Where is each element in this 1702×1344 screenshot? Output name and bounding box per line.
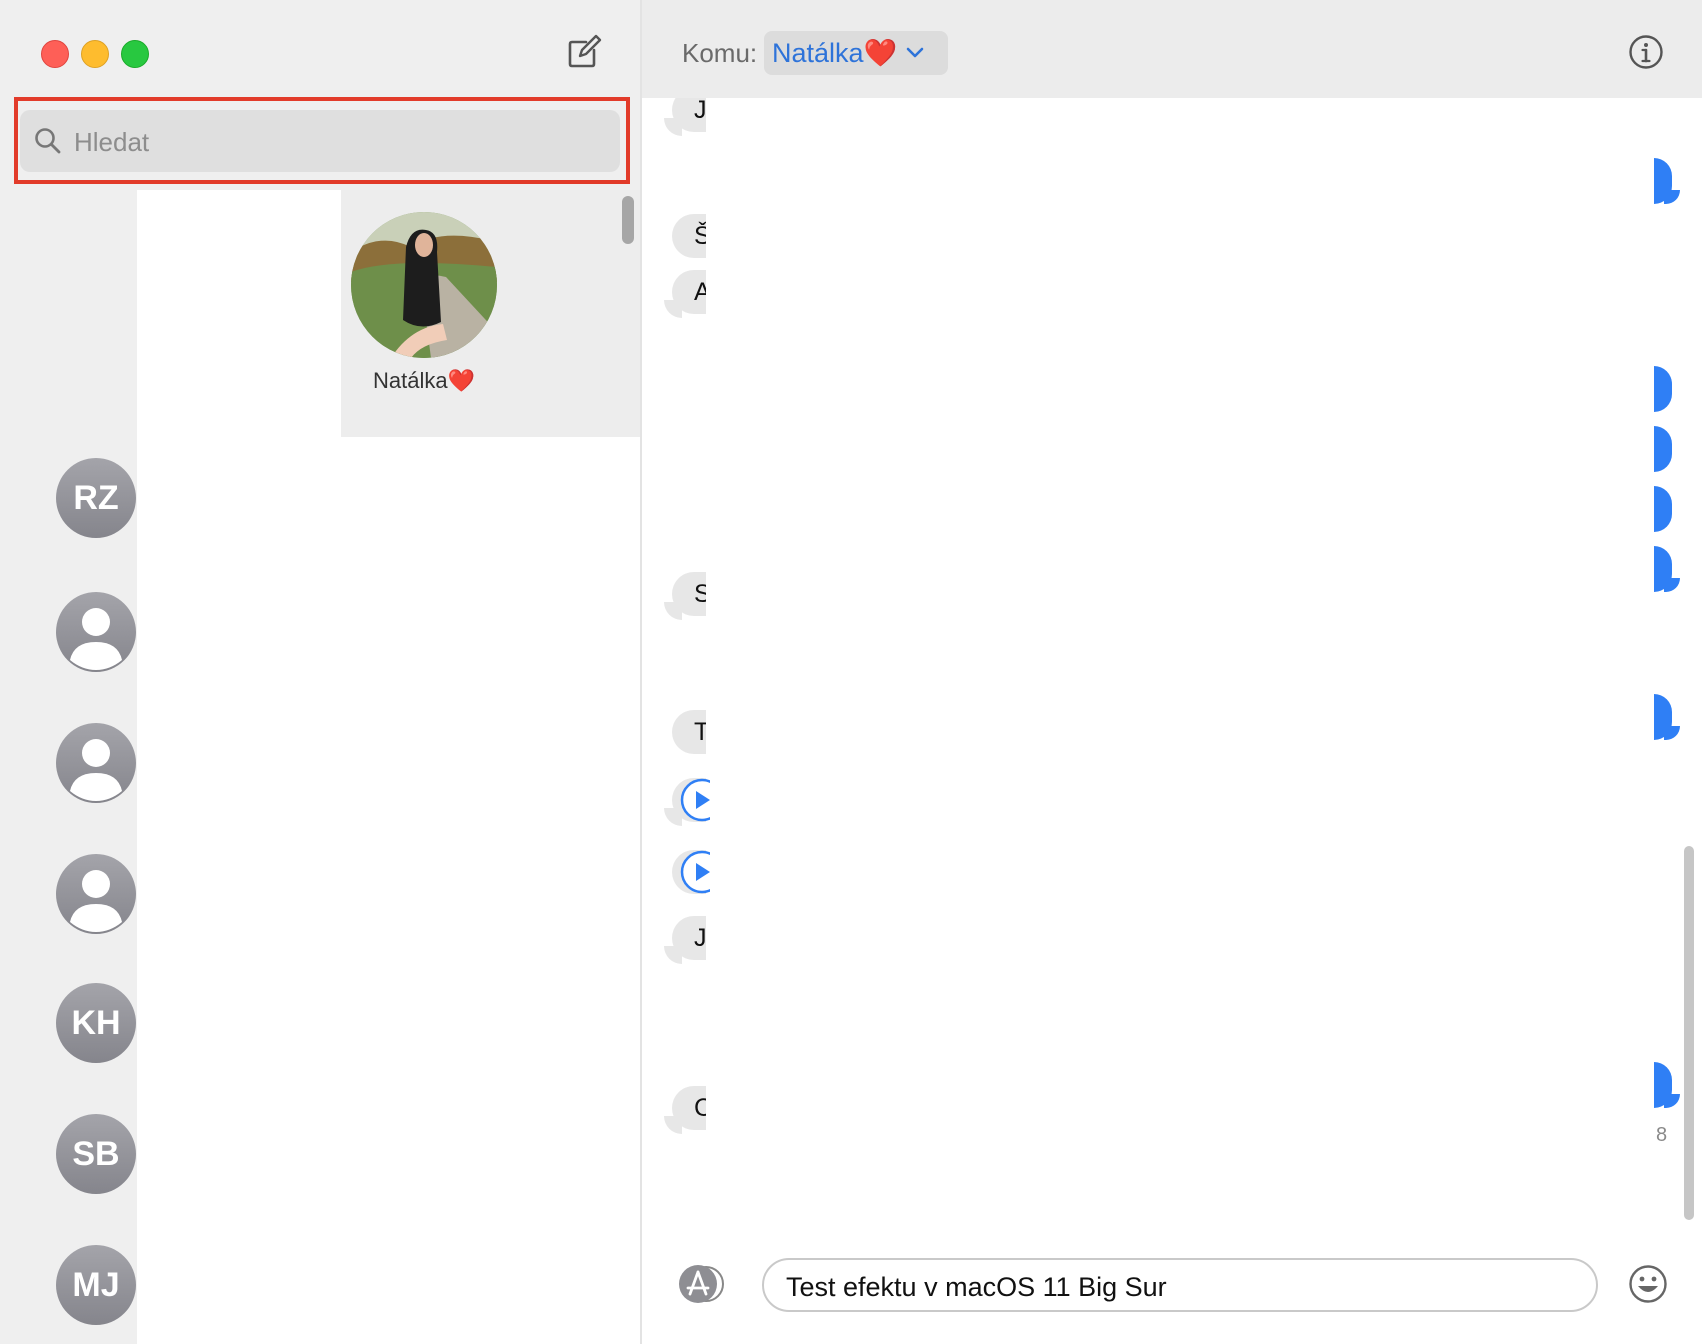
person-icon: [70, 870, 122, 932]
sidebar-scrollbar[interactable]: [622, 196, 634, 244]
play-icon[interactable]: [680, 850, 710, 894]
minimize-window-button[interactable]: [81, 40, 109, 68]
bubble-tail: [1664, 578, 1680, 592]
bubble-tail: [1664, 190, 1680, 204]
zoom-window-button[interactable]: [121, 40, 149, 68]
message-text-fragment: J: [694, 924, 706, 952]
avatar-unknown-3[interactable]: [56, 854, 136, 934]
pinned-avatar: [351, 212, 497, 358]
emoji-icon: [1629, 1265, 1667, 1303]
search-field[interactable]: [20, 110, 620, 172]
avatar-kh[interactable]: KH: [56, 983, 136, 1063]
avatar-initials: KH: [71, 1004, 121, 1042]
messages-window: Natálka❤️ RZ KH SB: [0, 0, 1702, 1344]
timestamp-fragment: 8: [1656, 1124, 1668, 1146]
incoming-message[interactable]: T: [672, 710, 706, 754]
compose-button[interactable]: [566, 34, 602, 70]
transcript-scrollbar[interactable]: [1684, 846, 1694, 1220]
bubble-tail: [664, 118, 682, 136]
emoji-button[interactable]: [1628, 1264, 1668, 1309]
pinned-name: Natálka❤️: [373, 368, 475, 393]
bubble-tail: [664, 1116, 682, 1134]
conversation-header: Komu: Natálka❤️: [642, 0, 1702, 98]
avatar-rz[interactable]: RZ: [56, 458, 136, 538]
chevron-down-icon: [906, 47, 924, 58]
bubble-tail: [664, 808, 682, 826]
bubble-tail: [664, 602, 682, 620]
play-icon[interactable]: [680, 778, 710, 822]
message-field[interactable]: [762, 1258, 1598, 1312]
avatar-initials: SB: [72, 1135, 120, 1173]
message-transcript[interactable]: J Š A S T J C 8: [642, 98, 1702, 1228]
incoming-message[interactable]: Š: [672, 214, 706, 258]
details-button[interactable]: [1628, 34, 1664, 75]
person-icon: [70, 608, 122, 670]
to-label: Komu:: [682, 38, 758, 68]
bubble-tail: [664, 300, 682, 318]
app-store-icon: [679, 1265, 724, 1303]
person-icon: [70, 739, 122, 801]
pinned-conversation[interactable]: Natálka❤️: [341, 190, 640, 437]
search-icon: [35, 128, 61, 154]
bubble-tail: [664, 946, 682, 964]
message-input[interactable]: [784, 1268, 1578, 1306]
outgoing-message[interactable]: [1654, 426, 1672, 472]
message-text-fragment: Š: [694, 222, 706, 250]
recipient-token[interactable]: Natálka❤️: [764, 31, 948, 75]
info-icon: [1629, 35, 1663, 69]
outgoing-message[interactable]: [1654, 486, 1672, 532]
apps-button[interactable]: [674, 1264, 728, 1304]
message-text-fragment: S: [694, 580, 706, 608]
compose-icon: [568, 34, 602, 68]
avatar-sb[interactable]: SB: [56, 1114, 136, 1194]
search-input[interactable]: [72, 120, 596, 164]
message-text-fragment: A: [694, 278, 706, 306]
message-text-fragment: T: [694, 718, 706, 746]
close-window-button[interactable]: [41, 40, 69, 68]
composer-bar: [642, 1228, 1702, 1344]
outgoing-message[interactable]: [1654, 366, 1672, 412]
recipient-name: Natálka❤️: [772, 38, 898, 68]
message-text-fragment: C: [694, 1094, 706, 1122]
avatar-initials: MJ: [72, 1266, 120, 1304]
avatar-unknown-1[interactable]: [56, 592, 136, 672]
message-text-fragment: J: [694, 98, 706, 124]
sidebar: Natálka❤️ RZ KH SB: [0, 0, 640, 1344]
bubble-tail: [1664, 1094, 1680, 1108]
avatar-mj[interactable]: MJ: [56, 1245, 136, 1325]
bubble-tail: [1664, 726, 1680, 740]
avatar-unknown-2[interactable]: [56, 723, 136, 803]
avatar-initials: RZ: [73, 479, 119, 517]
